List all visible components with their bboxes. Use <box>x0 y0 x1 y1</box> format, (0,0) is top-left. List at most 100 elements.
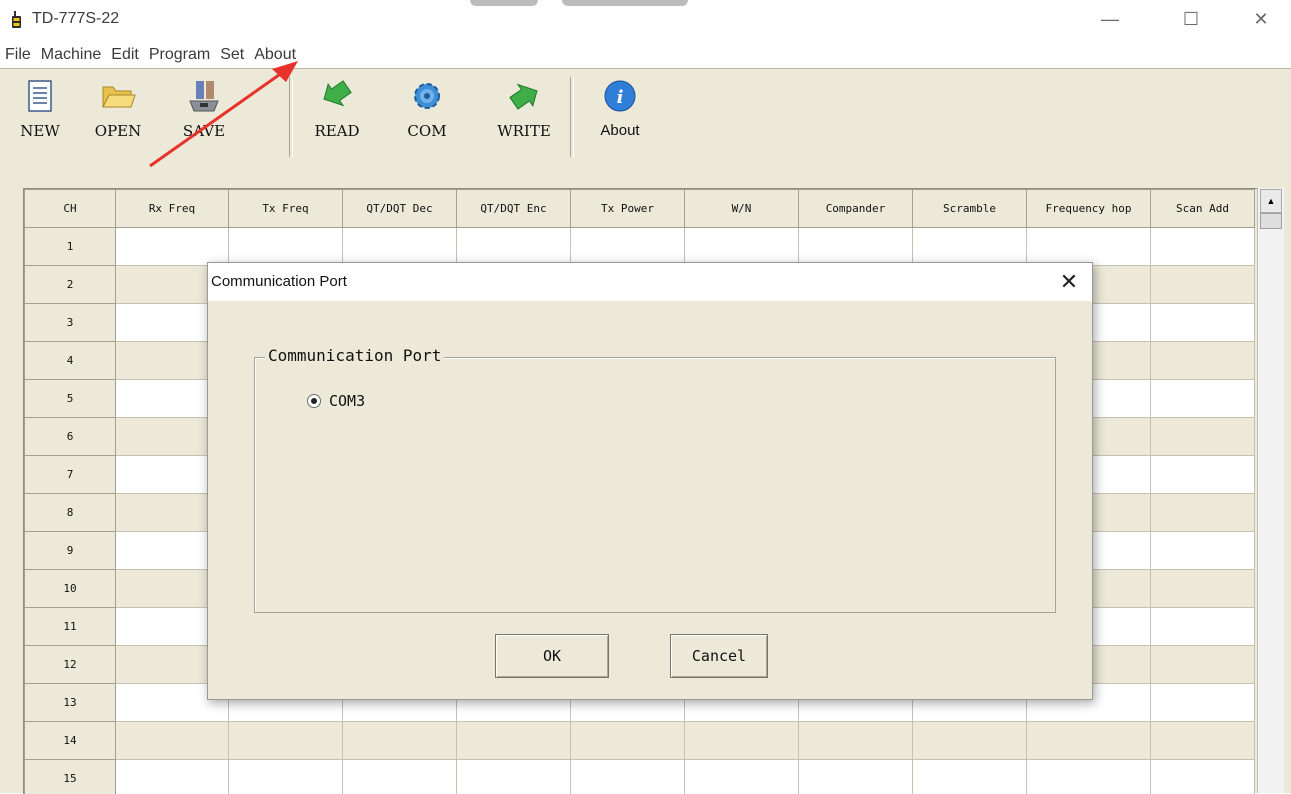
table-cell[interactable] <box>571 722 685 760</box>
channel-number-cell[interactable]: 15 <box>25 760 116 794</box>
channel-number-cell[interactable]: 7 <box>25 456 116 494</box>
table-cell[interactable] <box>343 760 457 794</box>
table-cell[interactable] <box>913 760 1027 794</box>
ok-button[interactable]: OK <box>495 634 609 678</box>
table-cell[interactable] <box>685 228 799 266</box>
save-button[interactable]: SAVE <box>169 79 239 159</box>
menu-set[interactable]: Set <box>215 42 249 68</box>
table-cell[interactable] <box>1151 608 1255 646</box>
column-header[interactable]: Scramble <box>913 190 1027 228</box>
table-cell[interactable] <box>1151 342 1255 380</box>
table-cell[interactable] <box>457 228 571 266</box>
channel-number-cell[interactable]: 14 <box>25 722 116 760</box>
channel-number-cell[interactable]: 9 <box>25 532 116 570</box>
table-cell[interactable] <box>913 228 1027 266</box>
table-cell[interactable] <box>1151 532 1255 570</box>
write-button[interactable]: WRITE <box>489 79 559 159</box>
minimize-button[interactable]: — <box>1087 4 1133 34</box>
table-cell[interactable] <box>799 722 913 760</box>
table-cell[interactable] <box>457 760 571 794</box>
channel-number-cell[interactable]: 6 <box>25 418 116 456</box>
dialog-close-button[interactable]: ✕ <box>1054 267 1084 297</box>
about-button[interactable]: i About <box>585 79 655 159</box>
read-button[interactable]: READ <box>302 79 372 159</box>
table-cell[interactable] <box>1151 760 1255 794</box>
column-header[interactable]: Rx Freq <box>116 190 229 228</box>
table-cell[interactable] <box>685 760 799 794</box>
com-label: COM <box>392 122 462 140</box>
table-row: 15 <box>25 760 1255 794</box>
menu-about[interactable]: About <box>249 42 301 68</box>
open-button[interactable]: OPEN <box>83 79 153 159</box>
column-header[interactable]: Frequency hop <box>1027 190 1151 228</box>
channel-number-cell[interactable]: 1 <box>25 228 116 266</box>
table-cell[interactable] <box>685 722 799 760</box>
table-cell[interactable] <box>116 760 229 794</box>
table-cell[interactable] <box>1151 380 1255 418</box>
column-header[interactable]: Tx Power <box>571 190 685 228</box>
channel-number-cell[interactable]: 2 <box>25 266 116 304</box>
column-header[interactable]: QT/DQT Dec <box>343 190 457 228</box>
table-cell[interactable] <box>1027 760 1151 794</box>
table-cell[interactable] <box>1151 570 1255 608</box>
table-cell[interactable] <box>457 722 571 760</box>
menu-program[interactable]: Program <box>144 42 215 68</box>
table-cell[interactable] <box>799 228 913 266</box>
com3-label[interactable]: COM3 <box>329 392 365 410</box>
column-header[interactable]: Compander <box>799 190 913 228</box>
channel-number-cell[interactable]: 5 <box>25 380 116 418</box>
column-header[interactable]: QT/DQT Enc <box>457 190 571 228</box>
channel-number-cell[interactable]: 4 <box>25 342 116 380</box>
svg-text:i: i <box>617 87 624 108</box>
menu-machine[interactable]: Machine <box>36 42 106 68</box>
table-cell[interactable] <box>116 228 229 266</box>
table-cell[interactable] <box>1151 722 1255 760</box>
table-cell[interactable] <box>343 722 457 760</box>
table-cell[interactable] <box>1151 228 1255 266</box>
table-cell[interactable] <box>1027 722 1151 760</box>
column-header-ch[interactable]: CH <box>25 190 116 228</box>
table-cell[interactable] <box>571 760 685 794</box>
channel-number-cell[interactable]: 8 <box>25 494 116 532</box>
new-button[interactable]: NEW <box>5 79 75 159</box>
table-cell[interactable] <box>1151 646 1255 684</box>
table-cell[interactable] <box>1151 418 1255 456</box>
new-document-icon <box>25 79 55 115</box>
table-cell[interactable] <box>1151 456 1255 494</box>
radio-button[interactable] <box>307 394 321 408</box>
table-cell[interactable] <box>1151 304 1255 342</box>
scroll-up-arrow-icon[interactable]: ▲ <box>1260 189 1282 213</box>
table-cell[interactable] <box>1151 266 1255 304</box>
close-window-button[interactable]: ✕ <box>1238 4 1284 34</box>
table-cell[interactable] <box>799 760 913 794</box>
table-cell[interactable] <box>1151 494 1255 532</box>
toolbar-separator <box>570 77 574 157</box>
column-header[interactable]: Scan Add <box>1151 190 1255 228</box>
column-header[interactable]: Tx Freq <box>229 190 343 228</box>
cancel-button[interactable]: Cancel <box>670 634 768 678</box>
table-cell[interactable] <box>913 722 1027 760</box>
channel-number-cell[interactable]: 13 <box>25 684 116 722</box>
menu-file[interactable]: File <box>0 42 36 68</box>
scroll-thumb[interactable] <box>1260 213 1282 229</box>
menu-edit[interactable]: Edit <box>106 42 144 68</box>
read-label: READ <box>302 122 372 140</box>
open-label: OPEN <box>83 122 153 140</box>
table-cell[interactable] <box>343 228 457 266</box>
table-cell[interactable] <box>229 760 343 794</box>
channel-number-cell[interactable]: 11 <box>25 608 116 646</box>
table-cell[interactable] <box>116 722 229 760</box>
table-cell[interactable] <box>229 228 343 266</box>
table-cell[interactable] <box>571 228 685 266</box>
table-cell[interactable] <box>229 722 343 760</box>
table-cell[interactable] <box>1027 228 1151 266</box>
maximize-button[interactable]: ☐ <box>1168 4 1214 34</box>
com3-radio-option[interactable]: COM3 <box>307 392 365 410</box>
column-header[interactable]: W/N <box>685 190 799 228</box>
vertical-scrollbar[interactable]: ▲ <box>1257 188 1284 793</box>
channel-number-cell[interactable]: 12 <box>25 646 116 684</box>
com-button[interactable]: COM <box>392 79 462 159</box>
channel-number-cell[interactable]: 3 <box>25 304 116 342</box>
table-cell[interactable] <box>1151 684 1255 722</box>
channel-number-cell[interactable]: 10 <box>25 570 116 608</box>
